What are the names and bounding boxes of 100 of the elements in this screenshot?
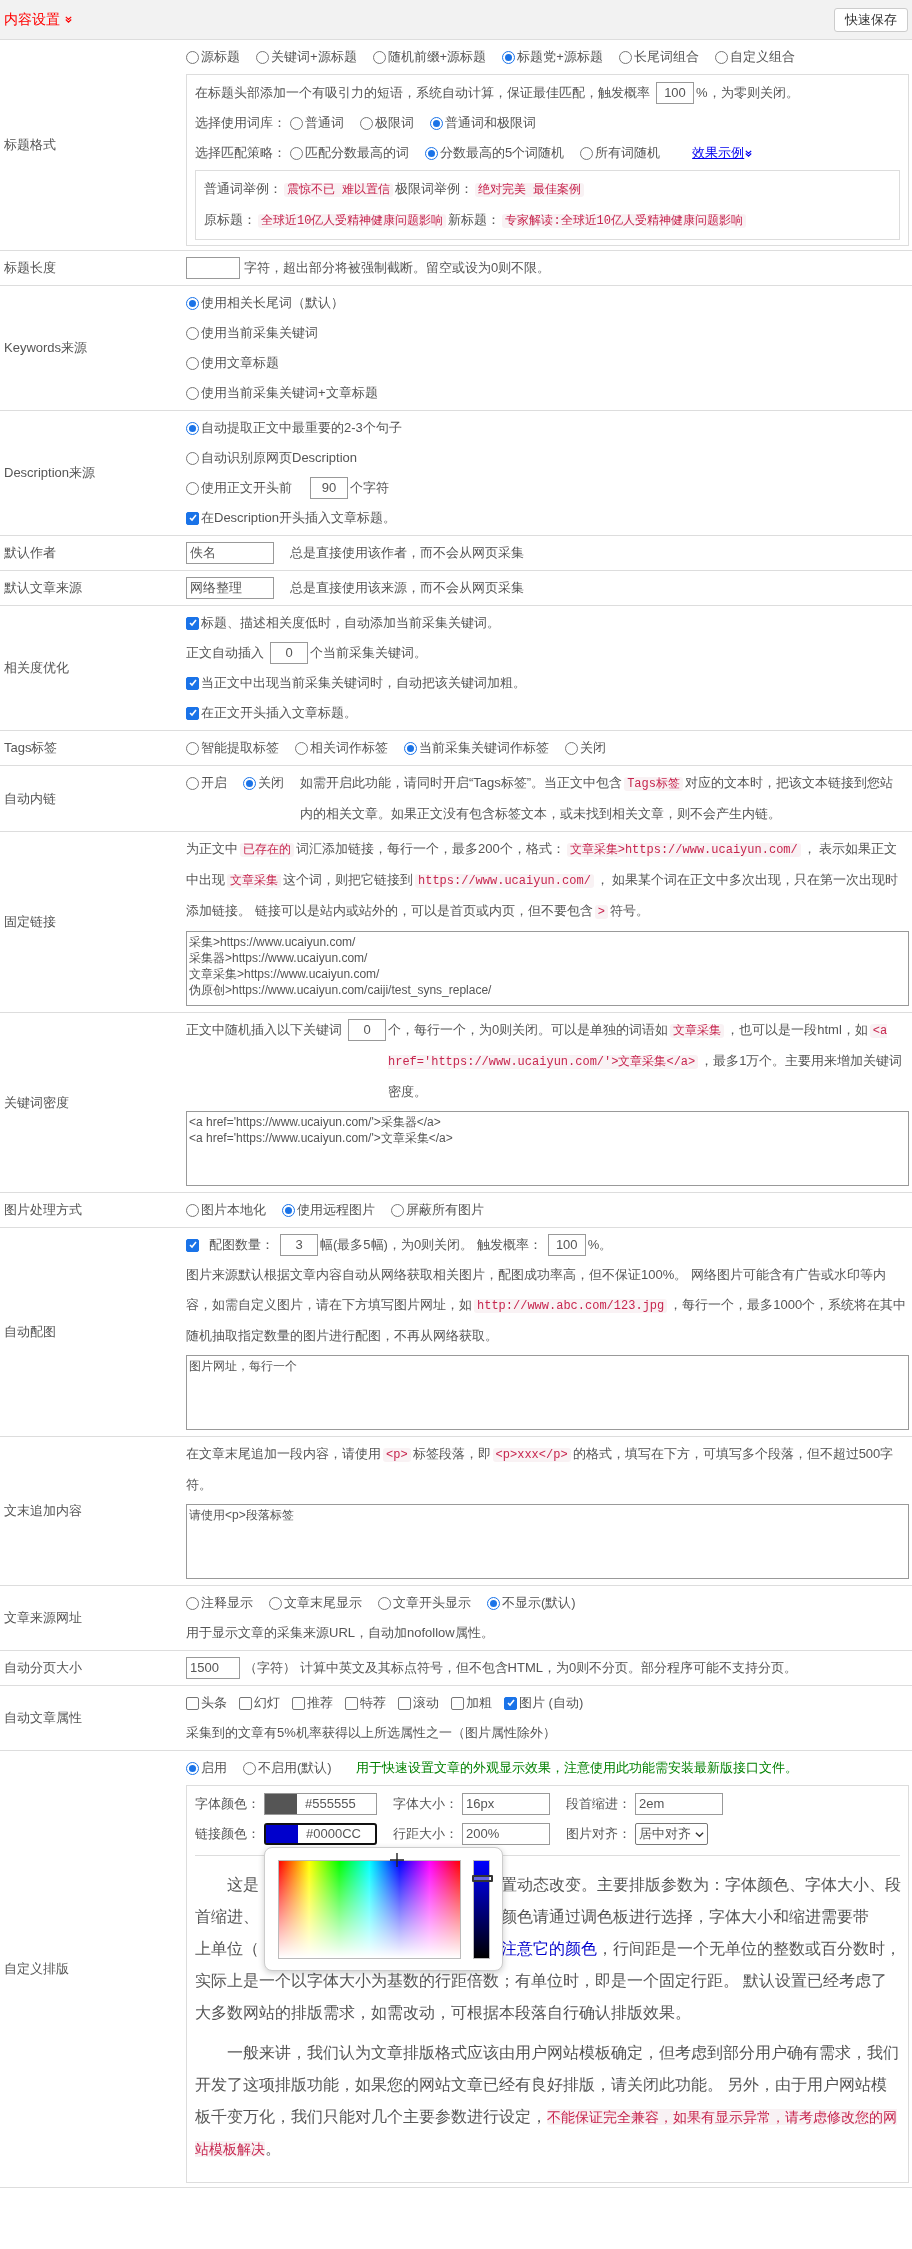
radio-button[interactable]	[714, 50, 728, 64]
radio-option[interactable]: 不显示(默认)	[487, 1588, 576, 1618]
checkbox-option[interactable]: 在正文开头插入文章标题。	[186, 698, 357, 728]
radio-button[interactable]	[186, 481, 199, 495]
section-title[interactable]: 内容设置	[4, 9, 73, 30]
radio-option[interactable]: 注释显示	[186, 1588, 253, 1618]
checkbox-option[interactable]: 加粗	[451, 1688, 492, 1718]
radio-button[interactable]	[186, 50, 199, 64]
radio-button[interactable]	[290, 116, 303, 130]
radio-button[interactable]	[186, 386, 199, 400]
input-field[interactable]: 1500	[186, 1657, 240, 1679]
input-field[interactable]: 100	[547, 1234, 586, 1256]
input-field[interactable]: 16px	[462, 1793, 550, 1815]
radio-button[interactable]	[290, 146, 303, 160]
radio-option[interactable]: 长尾词组合	[618, 42, 699, 72]
radio-option[interactable]: 图片本地化	[186, 1195, 266, 1225]
radio-option[interactable]: 极限词	[360, 108, 414, 138]
input-field[interactable]: 2em	[635, 1793, 723, 1815]
radio-button[interactable]	[186, 356, 199, 370]
radio-button[interactable]	[580, 146, 594, 160]
checkbox[interactable]	[398, 1696, 411, 1710]
input-field[interactable]: 3	[280, 1234, 318, 1256]
radio-option[interactable]: 当前采集关键词作标签	[404, 733, 549, 763]
checkbox[interactable]	[239, 1696, 252, 1710]
radio-option[interactable]: 匹配分数最高的词	[290, 138, 409, 168]
radio-button[interactable]	[360, 116, 373, 130]
radio-button[interactable]	[243, 1761, 256, 1775]
checkbox[interactable]	[451, 1696, 464, 1710]
radio-option[interactable]: 标题党+源标题	[502, 42, 603, 72]
checkbox-option[interactable]: 推荐	[292, 1688, 333, 1718]
radio-button[interactable]	[618, 50, 632, 64]
input-field[interactable]: 0	[348, 1019, 386, 1041]
radio-button[interactable]	[425, 146, 438, 160]
checkbox[interactable]	[186, 706, 199, 720]
radio-button[interactable]	[186, 451, 199, 465]
radio-option[interactable]: 屏蔽所有图片	[391, 1195, 484, 1225]
radio-button[interactable]	[243, 776, 256, 790]
checkbox-option[interactable]: 滚动	[398, 1688, 439, 1718]
checkbox[interactable]	[186, 1238, 199, 1252]
color-picker-panel[interactable]	[264, 1847, 503, 1971]
radio-option[interactable]: 不启用(默认)	[243, 1753, 332, 1783]
radio-button[interactable]	[378, 1596, 391, 1610]
radio-button[interactable]	[487, 1596, 500, 1610]
text-area[interactable]: 请使用<p>段落标签	[186, 1504, 909, 1579]
radio-option[interactable]: 使用远程图片	[282, 1195, 375, 1225]
radio-button[interactable]	[372, 50, 386, 64]
color-field[interactable]	[278, 1860, 461, 1959]
radio-button[interactable]	[404, 741, 417, 755]
radio-option[interactable]: 关键词+源标题	[256, 42, 357, 72]
input-field[interactable]: 200%	[462, 1823, 550, 1845]
checkbox[interactable]	[186, 511, 199, 525]
checkbox-option[interactable]: 在Description开头插入文章标题。	[186, 503, 397, 533]
radio-option[interactable]: 使用正文开头前	[186, 473, 292, 503]
checkbox[interactable]	[292, 1696, 305, 1710]
radio-button[interactable]	[295, 741, 308, 755]
radio-option[interactable]: 使用相关长尾词（默认）	[186, 288, 344, 318]
radio-button[interactable]	[186, 1203, 199, 1217]
input-field[interactable]: 90	[310, 477, 348, 499]
radio-option[interactable]: 文章末尾显示	[269, 1588, 362, 1618]
checkbox-option[interactable]: 特荐	[345, 1688, 386, 1718]
checkbox[interactable]	[186, 1696, 199, 1710]
checkbox[interactable]	[504, 1696, 517, 1710]
color-field-input[interactable]: #555555	[264, 1793, 377, 1815]
checkbox[interactable]	[345, 1696, 358, 1710]
input-field[interactable]	[186, 257, 240, 279]
checkbox-option[interactable]: 当正文中出现当前采集关键词时，自动把该关键词加粗。	[186, 668, 526, 698]
radio-option[interactable]: 普通词	[290, 108, 344, 138]
radio-option[interactable]: 文章开头显示	[378, 1588, 471, 1618]
radio-button[interactable]	[186, 296, 199, 310]
text-area[interactable]: 采集>https://www.ucaiyun.com/ 采集器>https://www.ucaiyun.com/ 文章采集>https://www.ucaiyun.com/ 伪原创>https://www.ucaiyun.com/caiji/test_syns_replace/	[186, 931, 909, 1006]
radio-button[interactable]	[565, 741, 578, 755]
radio-option[interactable]: 自定义组合	[714, 42, 795, 72]
radio-option[interactable]: 使用当前采集关键词	[186, 318, 318, 348]
radio-option[interactable]: 使用当前采集关键词+文章标题	[186, 378, 378, 408]
color-field-input[interactable]: #0000CC	[264, 1823, 377, 1845]
radio-option[interactable]: 开启	[186, 768, 227, 798]
example-link[interactable]: 效果示例	[692, 138, 754, 168]
radio-option[interactable]: 使用文章标题	[186, 348, 279, 378]
checkbox[interactable]	[186, 676, 199, 690]
text-area[interactable]: <a href='https://www.ucaiyun.com/'>采集器</a> <a href='https://www.ucaiyun.com/'>文章采集</a>	[186, 1111, 909, 1186]
radio-option[interactable]: 分数最高的5个词随机	[425, 138, 565, 168]
checkbox-option[interactable]: 图片 (自动)	[504, 1688, 584, 1718]
radio-button[interactable]	[186, 741, 199, 755]
checkbox[interactable]	[186, 616, 199, 630]
radio-button[interactable]	[256, 50, 269, 64]
input-field[interactable]: 100	[656, 82, 694, 104]
slider-thumb[interactable]	[472, 1874, 493, 1882]
radio-option[interactable]: 自动提取正文中最重要的2-3个句子	[186, 413, 402, 443]
radio-button[interactable]	[269, 1596, 282, 1610]
radio-button[interactable]	[186, 421, 199, 435]
radio-option[interactable]: 启用	[186, 1753, 227, 1783]
radio-button[interactable]	[186, 326, 199, 340]
radio-option[interactable]: 所有词随机	[580, 138, 661, 168]
checkbox-option[interactable]: 标题、描述相关度低时，自动添加当前采集关键词。	[186, 608, 500, 638]
radio-option[interactable]: 关闭	[565, 733, 606, 763]
radio-option[interactable]: 自动识别原网页Description	[186, 443, 358, 473]
radio-option[interactable]: 智能提取标签	[186, 733, 279, 763]
dropdown[interactable]: 居中对齐	[635, 1823, 708, 1845]
radio-option[interactable]: 相关词作标签	[295, 733, 388, 763]
save-button[interactable]: 快速保存	[834, 7, 908, 32]
